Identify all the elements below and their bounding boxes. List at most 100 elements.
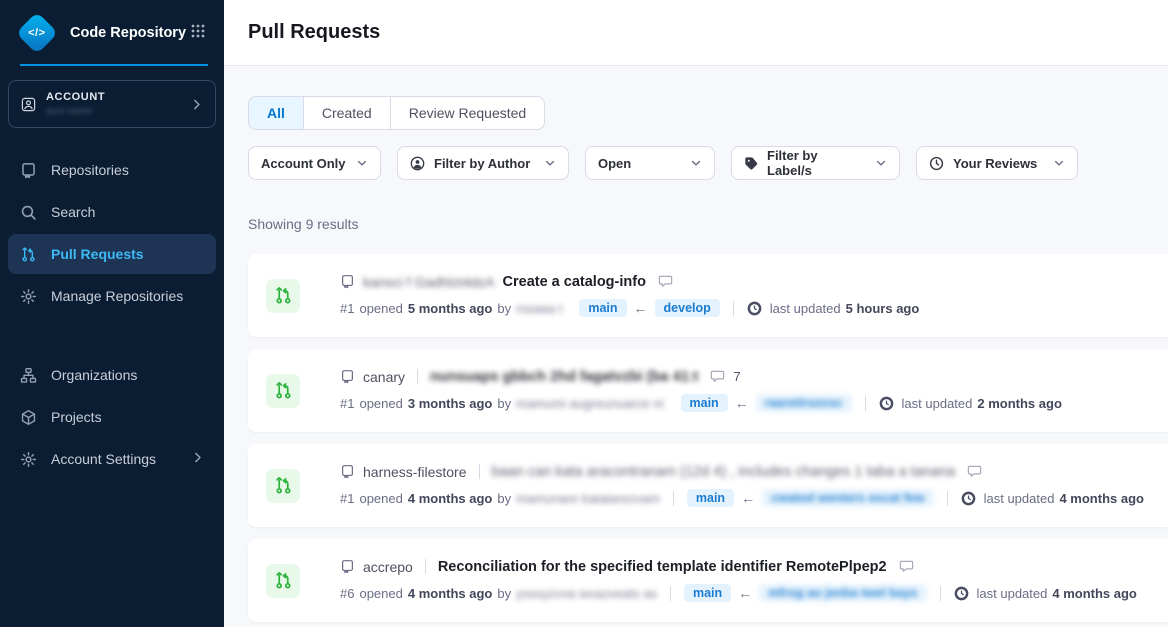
chevron-right-icon — [191, 451, 204, 467]
opened-ago: 4 months ago — [408, 491, 493, 506]
opened-word: opened — [359, 491, 402, 506]
pr-repo-name[interactable]: kansci f Gadhlzt4dzA — [363, 274, 495, 290]
chevron-down-icon — [690, 157, 702, 169]
filter-state-dropdown[interactable]: Open — [585, 146, 715, 180]
pr-row[interactable]: harness-filestore baan can kata aracontr… — [248, 444, 1168, 527]
app-switcher-grid-icon[interactable] — [190, 23, 206, 44]
sidebar-item-pull-requests[interactable]: Pull Requests — [8, 234, 216, 274]
divider — [417, 369, 418, 384]
tab-all[interactable]: All — [249, 97, 303, 129]
chevron-down-icon — [544, 157, 556, 169]
chevron-down-icon — [1053, 157, 1065, 169]
pr-row[interactable]: canary nunsuaps gbbch 2hd fagatvzbi (ba … — [248, 349, 1168, 432]
target-branch-badge[interactable]: main — [681, 394, 728, 413]
updated-ago: 4 months ago — [1052, 586, 1137, 601]
sidebar-item-account-settings[interactable]: Account Settings — [8, 439, 216, 479]
account-avatar-icon — [21, 97, 36, 112]
pr-repo-name[interactable]: canary — [363, 369, 405, 385]
source-branch-badge[interactable]: cwatod wenters excat few — [762, 489, 934, 508]
pr-author: ysssyzvva wvazveats as — [516, 586, 657, 601]
pull-request-icon — [20, 246, 37, 263]
pr-row[interactable]: kansci f Gadhlzt4dzA Create a catalog-in… — [248, 254, 1168, 337]
pull-request-open-icon — [266, 279, 300, 313]
pr-repo-name[interactable]: accrepo — [363, 559, 413, 575]
filter-label: Filter by Author — [434, 156, 530, 171]
by-word: by — [497, 396, 511, 411]
page-title: Pull Requests — [248, 21, 380, 44]
target-branch-badge[interactable]: main — [687, 489, 734, 508]
sidebar-nav: Repositories Search Pull Requests Manage… — [0, 136, 224, 495]
target-branch-badge[interactable]: main — [684, 584, 731, 603]
tab-created[interactable]: Created — [303, 97, 390, 129]
filter-label: Account Only — [261, 156, 346, 171]
sidebar-item-organizations[interactable]: Organizations — [8, 355, 216, 395]
source-branch-badge[interactable]: mfrog ao jenba twel bays — [759, 584, 926, 603]
chevron-down-icon — [875, 157, 887, 169]
pull-request-open-icon — [266, 374, 300, 408]
opened-word: opened — [359, 586, 402, 601]
pr-scope-tabs: All Created Review Requested — [248, 96, 545, 130]
sidebar: </> Code Repository ACCOUNT acct name Re… — [0, 0, 224, 627]
pr-number: #1 — [340, 491, 354, 506]
source-branch-badge[interactable]: develop — [655, 299, 720, 318]
pr-author: mamunare katatarezvam — [516, 491, 660, 506]
comment-icon — [658, 274, 673, 289]
pr-title[interactable]: nunsuaps gbbch 2hd fagatvzbi (ba 41:t — [430, 369, 698, 385]
filter-label-dropdown[interactable]: Filter by Label/s — [731, 146, 900, 180]
divider — [865, 396, 866, 411]
sidebar-item-label: Search — [51, 204, 95, 220]
merge-arrow-icon: ← — [634, 300, 648, 316]
comment-icon — [899, 559, 914, 574]
pull-request-open-icon — [266, 564, 300, 598]
divider — [673, 491, 674, 506]
opened-ago: 5 months ago — [408, 301, 493, 316]
merge-arrow-icon: ← — [735, 395, 749, 411]
clock-icon — [929, 156, 944, 171]
cube-icon — [20, 409, 37, 426]
person-icon — [410, 156, 425, 171]
opened-ago: 3 months ago — [408, 396, 493, 411]
sidebar-item-search[interactable]: Search — [8, 192, 216, 232]
updated-prefix: last updated — [977, 586, 1048, 601]
updated-prefix: last updated — [984, 491, 1055, 506]
filter-reviews-dropdown[interactable]: Your Reviews — [916, 146, 1078, 180]
account-scope-selector[interactable]: ACCOUNT acct name — [8, 80, 216, 128]
sidebar-item-repositories[interactable]: Repositories — [8, 150, 216, 190]
pr-title[interactable]: Reconciliation for the specified templat… — [438, 559, 887, 575]
org-hierarchy-icon — [20, 367, 37, 384]
nav-section-gap — [8, 318, 216, 355]
repo-icon — [20, 162, 37, 179]
divider — [940, 586, 941, 601]
comment-icon — [967, 464, 982, 479]
account-label: ACCOUNT — [46, 91, 190, 103]
tab-review-requested[interactable]: Review Requested — [390, 97, 545, 129]
comment-count: 7 — [733, 369, 740, 384]
source-branch-badge[interactable]: raaretirozvsc — [756, 394, 852, 413]
pr-title[interactable]: baan can kata aracontranam (12d 4) , inc… — [492, 464, 956, 480]
sidebar-item-projects[interactable]: Projects — [8, 397, 216, 437]
account-name-redacted: acct name — [46, 106, 190, 117]
updated-ago: 5 hours ago — [846, 301, 920, 316]
pr-title[interactable]: Create a catalog-info — [503, 274, 646, 290]
repo-icon — [340, 464, 355, 479]
merge-arrow-icon: ← — [738, 585, 752, 601]
filter-author-dropdown[interactable]: Filter by Author — [397, 146, 569, 180]
content: All Created Review Requested Account Onl… — [224, 66, 1168, 627]
divider — [670, 586, 671, 601]
updated-ago: 4 months ago — [1059, 491, 1144, 506]
sidebar-item-manage-repositories[interactable]: Manage Repositories — [8, 276, 216, 316]
pull-request-open-icon — [266, 469, 300, 503]
pr-row[interactable]: accrepo Reconciliation for the specified… — [248, 539, 1168, 622]
pr-number: #1 — [340, 301, 354, 316]
sidebar-item-label: Account Settings — [51, 451, 156, 467]
opened-ago: 4 months ago — [408, 586, 493, 601]
main-area: Pull Requests All Created Review Request… — [224, 0, 1168, 627]
by-word: by — [497, 491, 511, 506]
filter-scope-dropdown[interactable]: Account Only — [248, 146, 381, 180]
sidebar-item-label: Manage Repositories — [51, 288, 183, 304]
target-branch-badge[interactable]: main — [579, 299, 626, 318]
by-word: by — [497, 301, 511, 316]
app-header: </> Code Repository — [0, 0, 224, 66]
pr-repo-name[interactable]: harness-filestore — [363, 464, 467, 480]
chevron-down-icon — [356, 157, 368, 169]
